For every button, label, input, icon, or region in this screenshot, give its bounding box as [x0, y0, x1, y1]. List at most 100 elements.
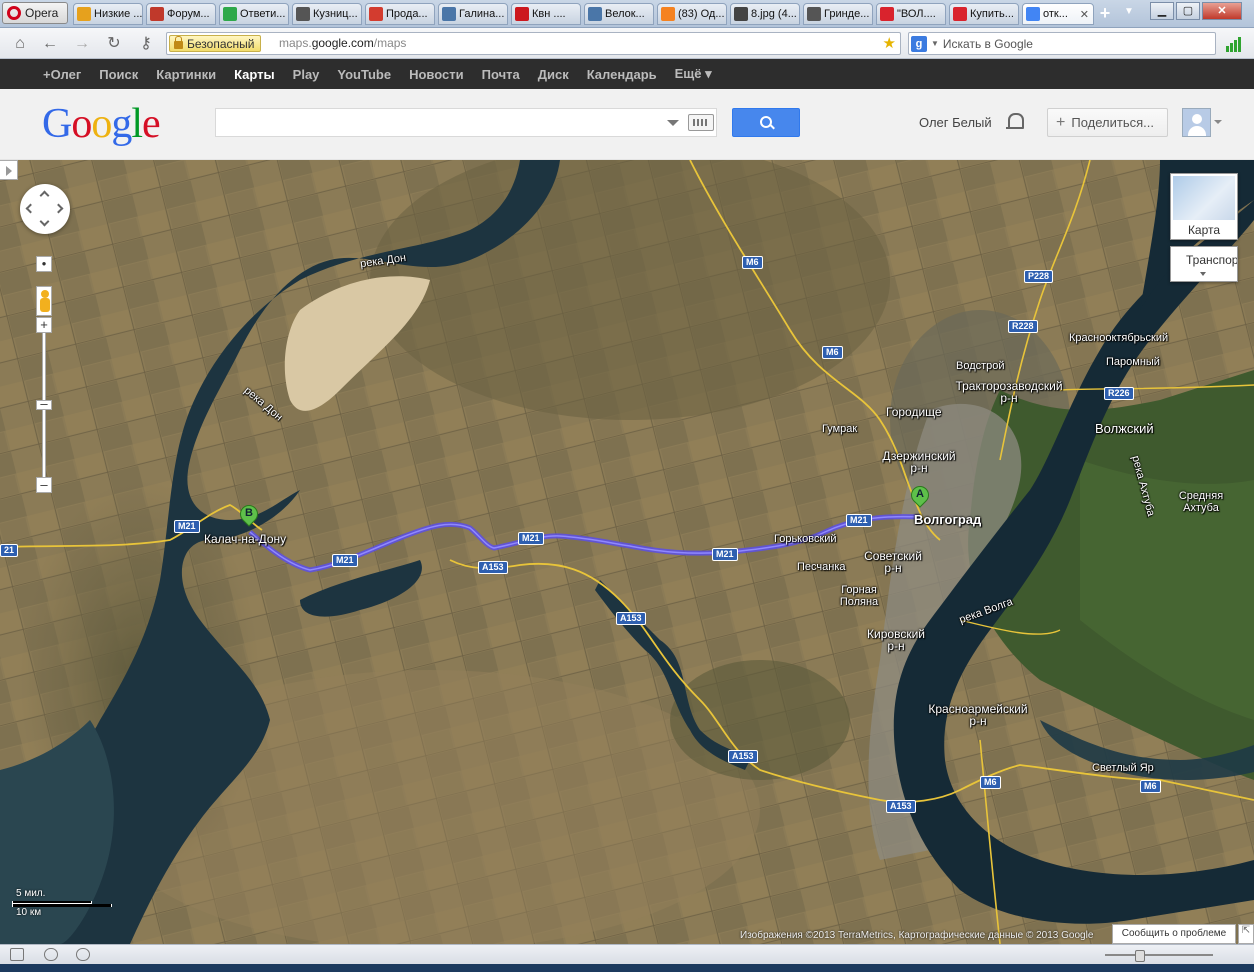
tab-favicon-icon	[588, 7, 602, 21]
route-marker-b[interactable]: B	[236, 501, 262, 531]
tab-label: Форум...	[167, 8, 210, 20]
map-type-toggle[interactable]: Карта	[1170, 173, 1238, 240]
road-shield-r226: R226	[1104, 387, 1134, 400]
road-shield-m21: M21	[712, 548, 738, 561]
cloud-icon[interactable]	[44, 948, 58, 961]
map-label-gornaya-polyana: Горная Поляна	[839, 584, 879, 608]
panel-icon[interactable]	[10, 948, 24, 961]
close-tab-icon[interactable]: ✕	[1080, 8, 1089, 21]
reload-button[interactable]: ↻	[104, 34, 124, 54]
map-label-volzhsky: Волжский	[1095, 421, 1154, 436]
google-bar-item[interactable]: Диск	[538, 67, 569, 82]
google-bar-item[interactable]: Почта	[482, 67, 520, 82]
browser-tab[interactable]: отк... ✕	[1022, 3, 1094, 25]
browser-tab[interactable]: Галина...	[438, 3, 508, 25]
tab-label: отк...	[1043, 8, 1068, 20]
road-shield-m21: M21	[332, 554, 358, 567]
zoom-reset-button[interactable]: ●	[36, 256, 52, 272]
google-bar-item[interactable]: YouTube	[337, 67, 391, 82]
browser-tab[interactable]: Велок...	[584, 3, 654, 25]
browser-tab[interactable]: Купить...	[949, 3, 1019, 25]
new-tab-button[interactable]: +	[1096, 4, 1114, 22]
google-bar-item[interactable]: Картинки	[156, 67, 216, 82]
speed-dial-signal-icon[interactable]	[1226, 36, 1241, 52]
road-shield-m21: 21	[0, 544, 19, 557]
browser-search-field[interactable]: g ▼ Искать в Google	[908, 32, 1216, 55]
satellite-map[interactable]: ● + – – Карта Транспорт река Дон река До…	[0, 160, 1254, 944]
maximize-button[interactable]: ▢	[1176, 2, 1200, 20]
resize-icon[interactable]: ⇱	[1238, 924, 1254, 944]
avatar[interactable]	[1182, 108, 1211, 137]
marker-letter: B	[245, 507, 253, 519]
browser-tab[interactable]: "ВОЛ....	[876, 3, 946, 25]
map-label-svetly-yar: Светлый Яр	[1092, 762, 1154, 774]
road-shield-r228: P228	[1024, 270, 1054, 283]
browser-tab[interactable]: Низкие ...	[73, 3, 143, 25]
address-field[interactable]: Безопасный maps.google.com/maps ★	[166, 32, 901, 55]
user-name[interactable]: Олег Белый	[919, 115, 992, 130]
tab-favicon-icon	[880, 7, 894, 21]
google-bar-item[interactable]: +Олег	[43, 67, 81, 82]
forward-button[interactable]: →	[72, 34, 92, 54]
browser-tab[interactable]: (83) Од...	[657, 3, 727, 25]
turbo-icon[interactable]	[76, 948, 90, 961]
browser-tab[interactable]: Квн ....	[511, 3, 581, 25]
search-dropdown-chevron-icon[interactable]	[667, 120, 679, 126]
tab-list-chevron-icon[interactable]: ▼	[1124, 6, 1134, 17]
google-search-engine-icon[interactable]: g	[911, 35, 927, 52]
google-bar-item[interactable]: Ещё ▾	[675, 66, 712, 82]
panel-toggle-button[interactable]	[0, 160, 18, 180]
pan-down-icon[interactable]	[39, 216, 50, 227]
browser-tab[interactable]: Гринде...	[803, 3, 873, 25]
minimize-button[interactable]: ▁	[1150, 2, 1174, 20]
layers-dropdown[interactable]: Транспорт	[1170, 246, 1238, 282]
pan-control[interactable]	[20, 184, 70, 234]
google-bar-item[interactable]: Поиск	[99, 67, 138, 82]
browser-tab[interactable]: Прода...	[365, 3, 435, 25]
google-bar-item[interactable]: Новости	[409, 67, 464, 82]
browser-tab[interactable]: 8.jpg (4...	[730, 3, 800, 25]
tab-label: Галина...	[459, 8, 505, 20]
zoom-out-button[interactable]: –	[36, 477, 52, 493]
maps-header: Google Олег Белый + Поделиться...	[0, 89, 1254, 160]
pan-right-icon[interactable]	[53, 203, 64, 214]
share-button-label: Поделиться...	[1071, 115, 1154, 130]
pan-up-icon[interactable]	[39, 190, 50, 201]
zoom-in-button[interactable]: +	[36, 317, 52, 333]
notifications-bell-icon[interactable]	[1006, 113, 1024, 131]
account-chevron-down-icon[interactable]	[1214, 120, 1222, 124]
google-bar-item[interactable]: Карты	[234, 67, 275, 82]
browser-tab[interactable]: Кузниц...	[292, 3, 362, 25]
search-button[interactable]	[732, 108, 800, 137]
pan-left-icon[interactable]	[25, 203, 36, 214]
page-zoom-slider[interactable]	[1105, 950, 1213, 962]
home-icon[interactable]: ⌂	[10, 34, 30, 54]
opera-menu-button[interactable]: Opera	[2, 2, 68, 24]
address-toolbar: ⌂ ← → ↻ ⚷ Безопасный maps.google.com/map…	[0, 28, 1254, 59]
bookmark-star-icon[interactable]: ★	[883, 34, 896, 52]
tab-strip: Opera Низкие ... Форум... Ответи... Кузниц.…	[0, 0, 1254, 28]
report-problem-link[interactable]: Сообщить о проблеме	[1112, 924, 1236, 944]
close-window-button[interactable]: ✕	[1202, 2, 1242, 20]
logo-letter: o	[71, 101, 92, 147]
keyboard-icon[interactable]	[688, 114, 714, 131]
route-marker-a[interactable]: A	[907, 482, 933, 512]
tab-favicon-icon	[223, 7, 237, 21]
browser-tab[interactable]: Форум...	[146, 3, 216, 25]
google-bar-item[interactable]: Календарь	[587, 67, 657, 82]
road-shield-a153: A153	[886, 800, 916, 813]
back-button[interactable]: ←	[40, 34, 60, 54]
share-button[interactable]: + Поделиться...	[1047, 108, 1168, 137]
road-shield-a153: A153	[728, 750, 758, 763]
key-icon[interactable]: ⚷	[136, 34, 156, 54]
maps-search-input[interactable]	[215, 108, 717, 137]
google-bar-item[interactable]: Play	[293, 67, 320, 82]
chevron-down-icon[interactable]: ▼	[931, 39, 939, 48]
google-logo[interactable]: Google	[42, 101, 161, 147]
tab-favicon-icon	[77, 7, 91, 21]
browser-tab[interactable]: Ответи...	[219, 3, 289, 25]
map-type-label: Карта	[1187, 223, 1221, 237]
security-badge[interactable]: Безопасный	[169, 35, 262, 52]
zoom-slider-handle[interactable]: –	[36, 397, 52, 410]
pegman-icon[interactable]	[36, 286, 52, 316]
